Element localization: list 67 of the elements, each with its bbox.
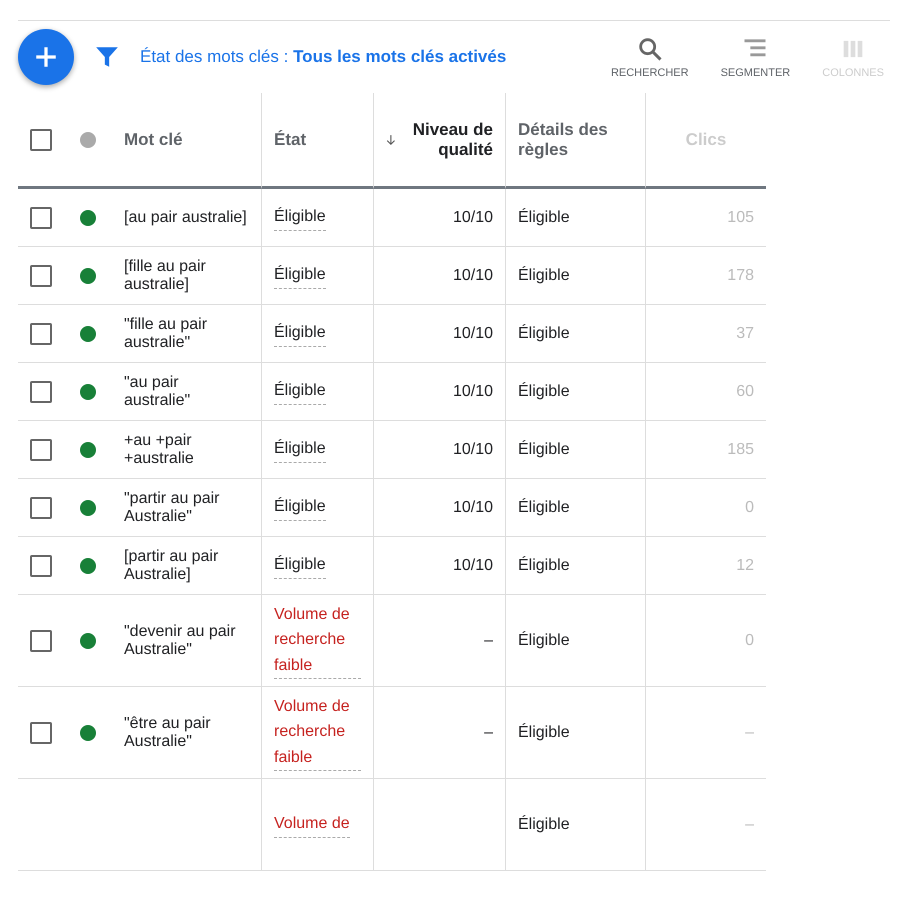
keyword-text: "devenir au pair Australie" <box>124 622 237 658</box>
column-header[interactable]: État <box>274 130 306 150</box>
policy-details: Éligible <box>518 556 570 574</box>
quality-score: 10/10 <box>452 324 493 342</box>
status-text: Volume de <box>274 811 350 838</box>
status-text: Éligible <box>274 262 326 289</box>
keyword-text: +au +pair +australie <box>124 432 195 468</box>
keyword-text: "être au pair Australie" <box>124 714 212 750</box>
policy-details: Éligible <box>518 266 570 284</box>
status-text: Éligible <box>274 494 326 521</box>
row-checkbox[interactable] <box>30 630 52 652</box>
clicks-value: 178 <box>727 266 754 284</box>
clicks-value: 185 <box>727 440 754 458</box>
column-header[interactable]: Détails des règles <box>518 120 633 160</box>
clicks-value: 0 <box>745 498 754 516</box>
status-text: Éligible <box>274 320 326 347</box>
policy-details: Éligible <box>518 208 570 226</box>
quality-score: 10/10 <box>452 266 493 284</box>
policy-details: Éligible <box>518 632 570 650</box>
search-tool-button[interactable]: RECHERCHER <box>604 35 695 79</box>
row-checkbox[interactable] <box>30 380 52 402</box>
keyword-text: [partir au pair Australie] <box>124 548 220 584</box>
clicks-value: 0 <box>745 632 754 650</box>
column-header[interactable]: Mot clé <box>124 130 183 150</box>
select-all-checkbox[interactable] <box>30 128 52 150</box>
status-text: Éligible <box>274 436 326 463</box>
quality-score: 10/10 <box>452 382 493 400</box>
row-checkbox[interactable] <box>30 722 52 744</box>
row-checkbox[interactable] <box>30 438 52 460</box>
row-checkbox[interactable] <box>30 206 52 228</box>
keyword-text: [au pair australie] <box>124 208 247 226</box>
quality-score: 10/10 <box>452 556 493 574</box>
quality-score: 10/10 <box>452 498 493 516</box>
policy-details: Éligible <box>518 498 570 516</box>
quality-score: 10/10 <box>452 208 493 226</box>
clicks-value: – <box>745 724 754 742</box>
filter-status-text[interactable]: État des mots clés : Tous les mots clés activés <box>140 47 585 67</box>
add-button[interactable] <box>18 29 74 85</box>
row-checkbox[interactable] <box>30 496 52 518</box>
status-text: Éligible <box>274 378 326 405</box>
keyword-text: [fille au pair australie] <box>124 258 207 294</box>
row-checkbox[interactable] <box>30 322 52 344</box>
clicks-value: – <box>745 816 754 834</box>
clicks-value: 12 <box>736 556 754 574</box>
keyword-text: "fille au pair australie" <box>124 316 208 352</box>
row-checkbox[interactable] <box>30 264 52 286</box>
keyword-text: "au pair australie" <box>124 374 192 410</box>
status-text: Éligible <box>274 552 326 579</box>
segment-tool-button[interactable]: SEGMENTER <box>714 35 796 79</box>
clicks-value: 105 <box>727 208 754 226</box>
row-checkbox[interactable] <box>30 554 52 576</box>
quality-score: 10/10 <box>452 440 493 458</box>
status-text: Volume de recherche faible <box>274 602 361 680</box>
column-header[interactable]: Niveau de qualité <box>408 120 493 160</box>
policy-details: Éligible <box>518 816 570 834</box>
quality-score: – <box>484 632 493 650</box>
policy-details: Éligible <box>518 724 570 742</box>
policy-details: Éligible <box>518 324 570 342</box>
keyword-text: "partir au pair Australie" <box>124 490 220 526</box>
status-text: Éligible <box>274 204 326 231</box>
policy-details: Éligible <box>518 382 570 400</box>
clicks-value: 37 <box>736 324 754 342</box>
policy-details: Éligible <box>518 440 570 458</box>
status-text: Volume de recherche faible <box>274 694 361 772</box>
quality-score: – <box>484 724 493 742</box>
clicks-value: 60 <box>736 382 754 400</box>
status-dot-header <box>80 132 96 148</box>
